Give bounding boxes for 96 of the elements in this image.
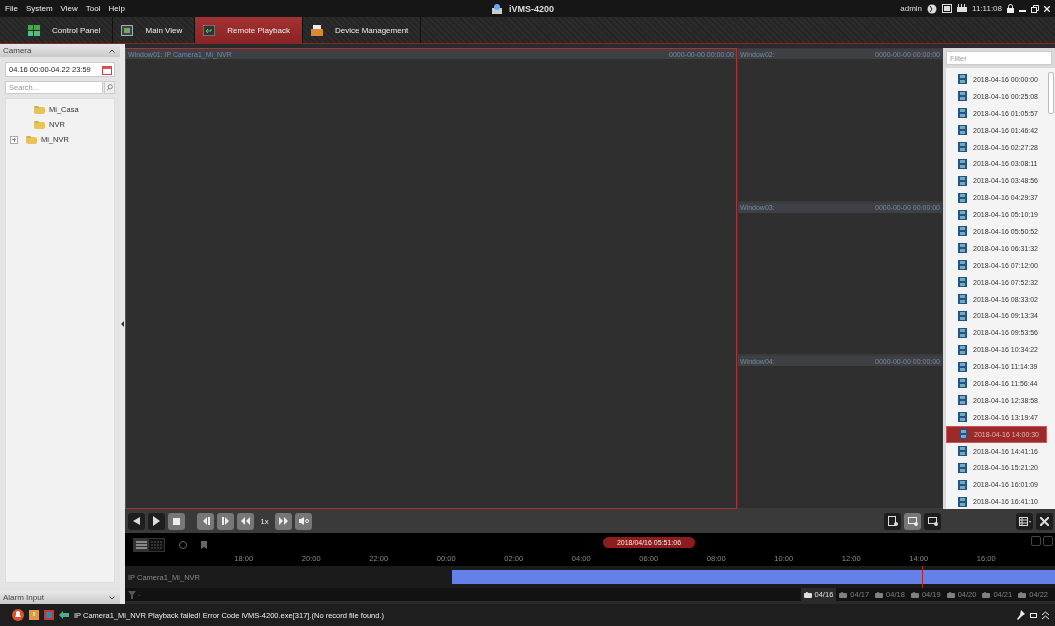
play-button[interactable] [148, 512, 165, 530]
stop-button[interactable] [168, 512, 185, 530]
frame-back-icon [201, 517, 210, 525]
film-icon [958, 395, 967, 406]
menu-item[interactable]: System [25, 4, 53, 13]
film-icon [958, 74, 967, 85]
globe-icon[interactable] [927, 3, 938, 14]
tab[interactable]: Remote Playback [195, 17, 303, 43]
download-button[interactable] [884, 512, 901, 530]
fullscreen-button[interactable] [1036, 512, 1053, 530]
camera-icon [1018, 591, 1027, 598]
camera-icon [490, 2, 504, 15]
film-icon [958, 91, 967, 102]
replay-icon [203, 24, 216, 36]
tab[interactable]: Device Management [302, 17, 422, 43]
download-icon [887, 516, 898, 526]
menu-item[interactable]: File [5, 4, 18, 13]
screen-icon[interactable] [942, 4, 953, 13]
clip-button[interactable] [904, 512, 921, 530]
device-icon [310, 24, 323, 36]
panel-header[interactable]: Camera [0, 44, 120, 57]
film-icon [958, 209, 967, 220]
frame-forward-icon [221, 517, 230, 525]
film-icon [958, 479, 967, 490]
arrow-icon[interactable] [59, 611, 69, 619]
window-title: iVMS-4200 [509, 3, 555, 14]
film-icon [958, 277, 967, 288]
film-icon [958, 260, 967, 271]
memory-icon[interactable] [957, 4, 968, 13]
close-icon[interactable] [1044, 5, 1050, 12]
restore-icon[interactable] [1031, 4, 1039, 13]
fast-forward-icon [279, 517, 288, 525]
frame-forward-button[interactable] [217, 512, 234, 530]
tab[interactable]: Control Panel [20, 17, 114, 43]
folder-icon [34, 105, 45, 114]
film-icon [958, 125, 967, 136]
bookmark-icon[interactable] [201, 541, 207, 549]
film-icon [958, 243, 967, 254]
frame-back-button[interactable] [197, 512, 214, 530]
film-icon [958, 446, 967, 457]
capture-icon [927, 516, 938, 526]
play-icon [153, 516, 160, 526]
camera-icon [946, 591, 955, 598]
film-icon [958, 108, 967, 119]
folder-icon [26, 135, 37, 144]
film-icon [958, 327, 967, 338]
film-icon [958, 310, 967, 321]
fast-button[interactable] [275, 512, 292, 530]
collapse-icon[interactable] [109, 48, 115, 53]
film-icon [958, 192, 967, 203]
volume-button[interactable] [295, 512, 312, 530]
film-icon [958, 226, 967, 237]
film-icon [959, 429, 968, 440]
search-icon[interactable] [104, 81, 115, 94]
expand-icon[interactable] [109, 595, 115, 600]
reverse-icon [133, 517, 140, 525]
film-icon [958, 142, 967, 152]
filter-icon [128, 590, 136, 599]
alarm-icon[interactable] [12, 609, 24, 621]
panel-header[interactable]: Alarm Input [0, 591, 120, 604]
camera-icon [910, 591, 919, 598]
grid-icon [1018, 516, 1031, 526]
rewind-icon [241, 517, 250, 525]
menu-item[interactable]: Tool [85, 4, 101, 13]
film-icon [958, 361, 967, 372]
menu-item[interactable]: View [60, 4, 78, 13]
stop-icon [173, 517, 180, 525]
film-icon [958, 294, 967, 304]
capture-button[interactable] [924, 512, 941, 530]
reverse-button[interactable] [128, 512, 145, 530]
camera-icon [839, 591, 848, 598]
calendar-icon[interactable] [102, 64, 112, 75]
layout-button[interactable] [1016, 512, 1033, 530]
clock-time: 11:11:08 [972, 4, 1002, 13]
camera-icon [982, 591, 991, 598]
clip-icon [907, 516, 918, 526]
film-icon [958, 158, 967, 169]
film-icon [958, 462, 967, 473]
film-icon [958, 175, 967, 186]
film-icon [958, 412, 967, 423]
minimize-icon[interactable] [1030, 611, 1037, 619]
speaker-icon [298, 517, 309, 525]
film-icon [958, 344, 967, 355]
pin-icon[interactable] [1017, 610, 1025, 620]
folder-icon [34, 120, 45, 129]
film-icon [958, 378, 967, 389]
slow-button[interactable] [237, 512, 254, 530]
camera-icon [803, 591, 812, 598]
monitor-icon [121, 24, 134, 36]
user-name: admin [900, 4, 923, 13]
view-toggle[interactable] [133, 538, 165, 552]
film-icon [958, 496, 967, 507]
camera-icon [875, 591, 884, 598]
menu-item[interactable]: Help [108, 4, 125, 13]
grid-icon [28, 24, 40, 36]
close-icon [1040, 516, 1049, 526]
